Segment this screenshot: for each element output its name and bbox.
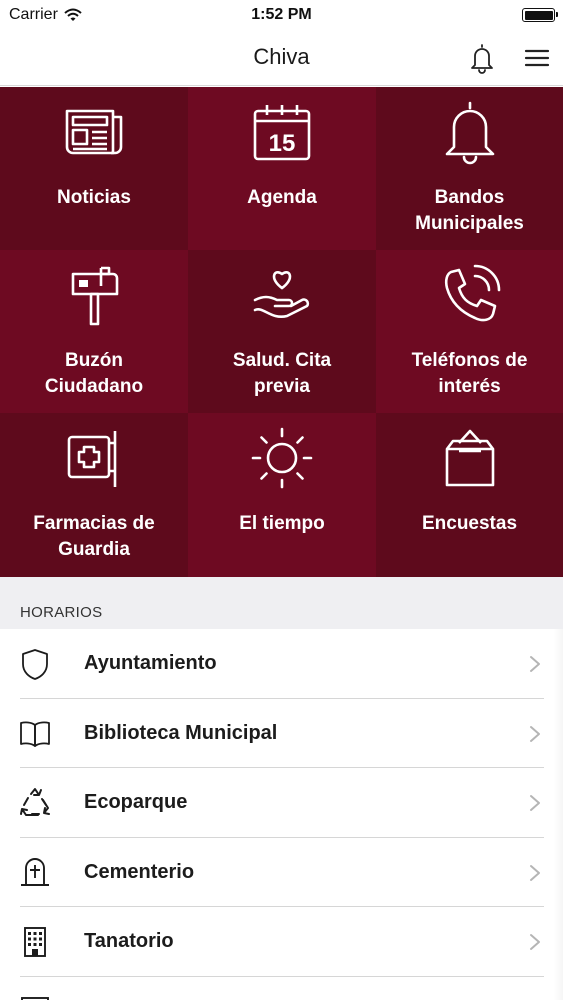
chevron-right-icon [530, 725, 540, 742]
building-icon [24, 927, 46, 957]
list-item-label: Ecoparque [84, 791, 188, 813]
tile-label: Salud. Cita previa [232, 350, 332, 397]
tile-bandos-municipales[interactable]: Bandos Municipales [376, 87, 563, 250]
chevron-right-icon [530, 656, 540, 672]
recycle-icon [20, 788, 50, 816]
chevron-right-icon [530, 795, 540, 811]
list-item-tanatorio[interactable]: Tanatorio [0, 907, 563, 977]
tile-label: Encuestas [421, 513, 518, 534]
tile-label: Agenda [247, 187, 317, 208]
tile-label: Buzón Ciudadano [44, 350, 144, 397]
list-item-label: Ayuntamiento [84, 652, 217, 674]
chevron-right-icon [530, 864, 540, 881]
section-header-horarios: HORARIOS [0, 577, 563, 629]
hamburger-menu-icon[interactable] [522, 44, 552, 72]
tombstone-cross-icon [21, 857, 49, 886]
battery-icon [522, 8, 558, 22]
tile-label: Teléfonos de interés [411, 350, 528, 397]
tile-label: El tiempo [239, 513, 325, 534]
heart-hand-icon [253, 271, 310, 319]
tile-label: Farmacias de Guardia [33, 513, 155, 560]
horarios-list: Ayuntamiento Biblioteca Municipal Ecopar… [0, 629, 563, 1000]
list-item-biblioteca-municipal[interactable]: Biblioteca Municipal [0, 698, 563, 768]
bell-icon [445, 101, 494, 165]
phone-icon [444, 264, 500, 322]
tile-noticias[interactable]: Noticias [0, 87, 188, 250]
pharmacy-cross-icon [67, 431, 117, 487]
list-item-partial[interactable] [0, 976, 563, 1000]
status-time: 1:52 PM [251, 6, 312, 23]
mailbox-icon [71, 266, 119, 326]
list-item-ecoparque[interactable]: Ecoparque [0, 768, 563, 838]
tile-encuestas[interactable]: Encuestas [376, 413, 563, 577]
tile-salud-cita-previa[interactable]: Salud. Cita previa [188, 250, 376, 413]
section-title: HORARIOS [20, 604, 103, 621]
tile-buzon-ciudadano[interactable]: Buzón Ciudadano [0, 250, 188, 413]
ballot-box-icon [445, 429, 494, 487]
navigation-bar: Chiva [0, 30, 563, 86]
tile-el-tiempo[interactable]: El tiempo [188, 413, 376, 577]
shield-icon [22, 649, 48, 680]
tile-label: Noticias [57, 187, 131, 208]
services-grid: Noticias 15 Agenda Bandos Municipales Bu… [0, 87, 563, 577]
list-item-label: Cementerio [84, 860, 195, 883]
list-item-ayuntamiento[interactable]: Ayuntamiento [0, 629, 563, 699]
list-item-cementerio[interactable]: Cementerio [0, 837, 563, 907]
list-item-label: Biblioteca Municipal [84, 721, 278, 744]
partial-icon [21, 996, 49, 1000]
bell-icon[interactable] [466, 42, 498, 74]
newspaper-icon [65, 109, 123, 155]
sun-icon [251, 427, 313, 489]
tile-farmacias-de-guardia[interactable]: Farmacias de Guardia [0, 413, 188, 577]
scroll-edge [553, 629, 563, 1000]
tile-telefonos-de-interes[interactable]: Teléfonos de interés [376, 250, 563, 413]
tile-agenda[interactable]: 15 Agenda [188, 87, 376, 250]
calendar-day: 15 [269, 130, 296, 157]
list-item-label: Tanatorio [84, 930, 174, 952]
calendar-icon: 15 [253, 105, 311, 161]
chevron-right-icon [530, 934, 540, 950]
status-bar: Carrier 1:52 PM [0, 0, 563, 30]
tile-label: Bandos Municipales [415, 187, 524, 234]
open-book-icon [20, 721, 50, 747]
